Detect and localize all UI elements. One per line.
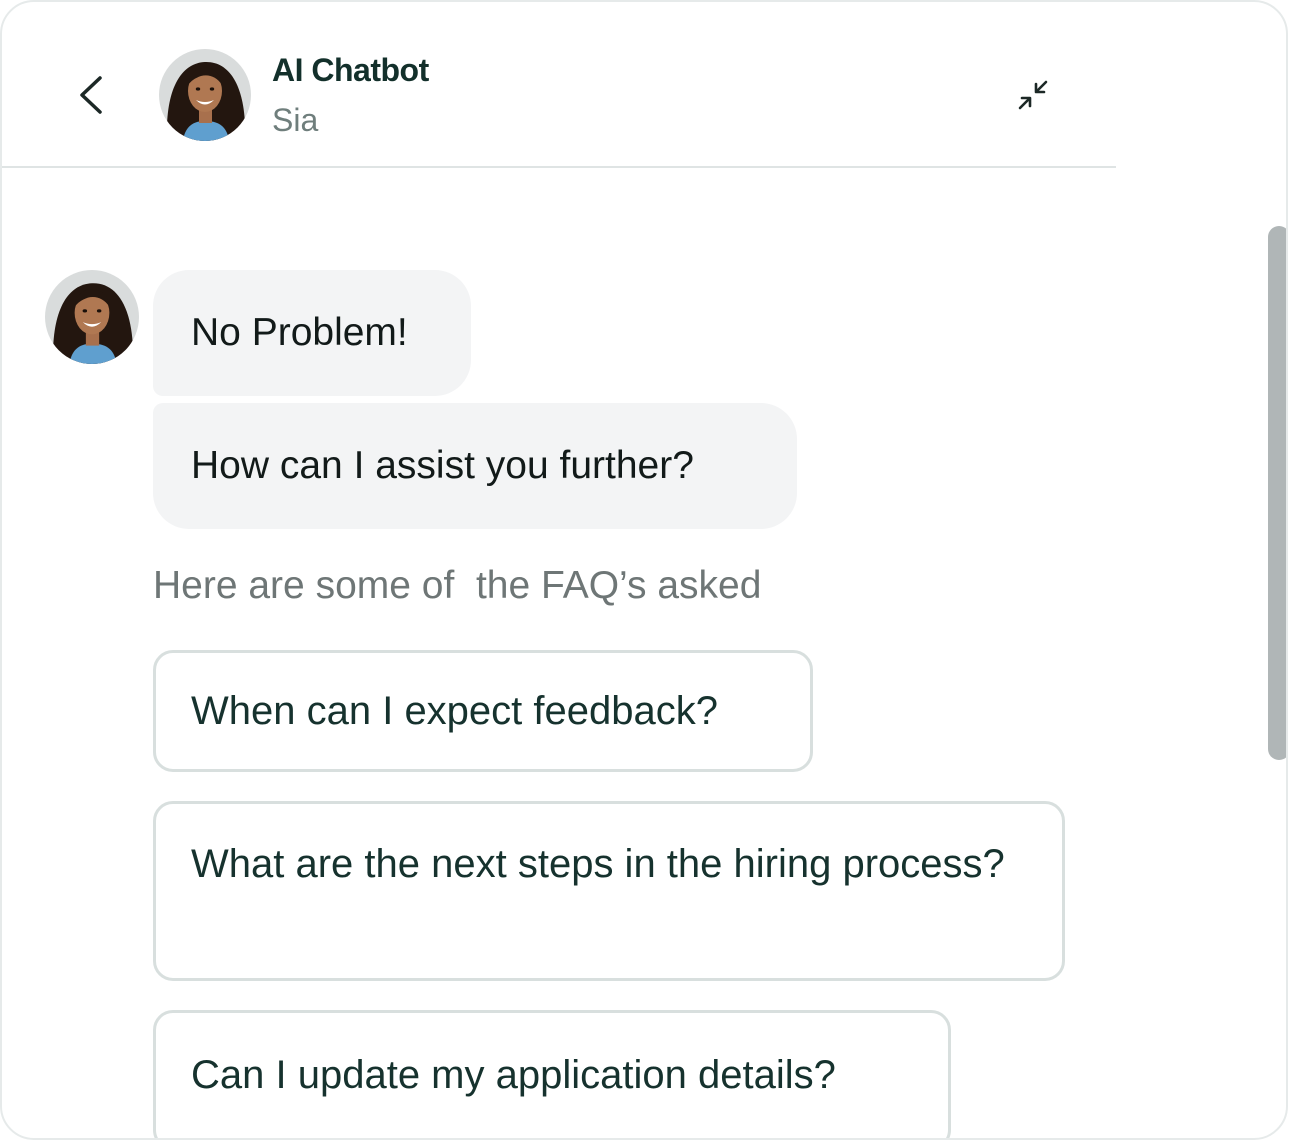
- bot-avatar: [159, 49, 251, 141]
- chat-window: AI Chatbot Sia No Problem! How can I ass…: [0, 0, 1288, 1140]
- minimize-button[interactable]: [1010, 74, 1056, 116]
- faq-option-next-steps[interactable]: What are the next steps in the hiring pr…: [153, 801, 1065, 981]
- bot-name: Sia: [272, 102, 319, 138]
- back-button[interactable]: [72, 72, 112, 118]
- minimize-arrows-icon: [1018, 80, 1048, 110]
- chevron-left-icon: [80, 76, 102, 114]
- bot-message-avatar: [45, 270, 139, 364]
- faq-option-update-application[interactable]: Can I update my application details?: [153, 1010, 951, 1138]
- scrollbar-thumb[interactable]: [1268, 226, 1286, 760]
- chat-header: AI Chatbot Sia: [2, 2, 1116, 168]
- faq-intro-text: Here are some of the FAQ’s asked: [153, 564, 762, 607]
- chat-title: AI Chatbot: [272, 52, 429, 88]
- bot-message-bubble: How can I assist you further?: [153, 403, 797, 529]
- bot-message-bubble: No Problem!: [153, 270, 471, 396]
- faq-option-feedback[interactable]: When can I expect feedback?: [153, 650, 813, 772]
